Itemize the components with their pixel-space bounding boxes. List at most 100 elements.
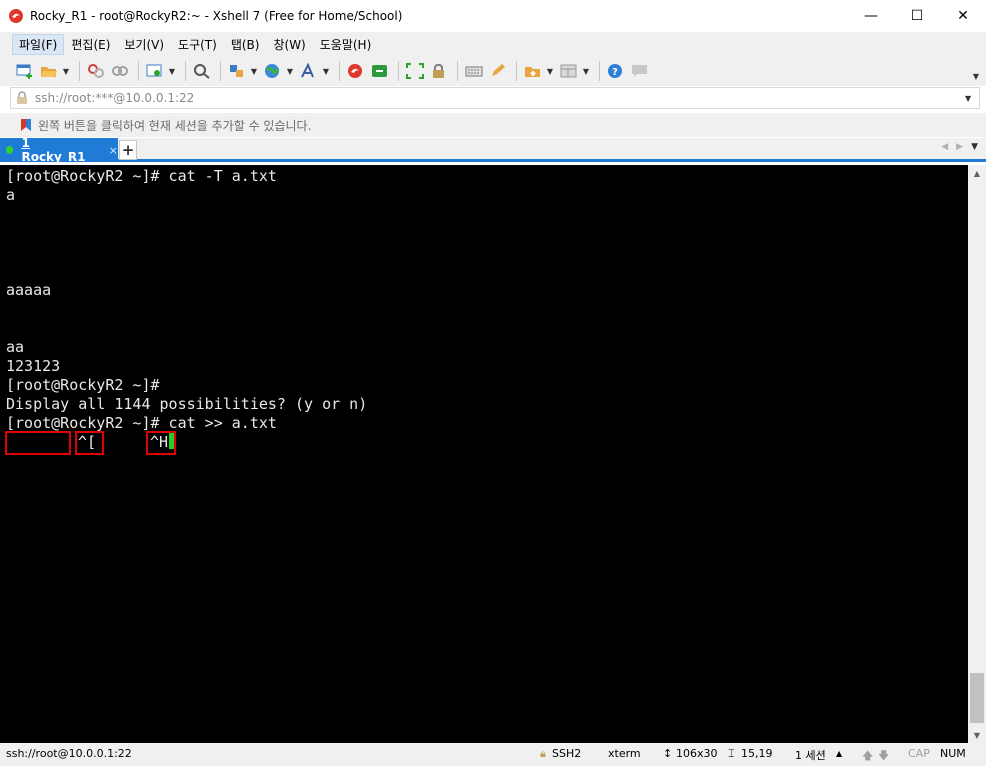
toolbar-separator — [339, 61, 340, 81]
disconnect-button[interactable] — [85, 60, 107, 82]
link-icon — [112, 66, 128, 76]
bookmark-icon[interactable] — [20, 118, 32, 132]
tab-label: 1 Rocky_R1 — [21, 136, 86, 164]
toolbar-separator — [398, 61, 399, 81]
status-terminal-type: xterm — [608, 747, 641, 760]
pencil-icon — [492, 64, 505, 76]
menu-window[interactable]: 창(W) — [266, 34, 312, 55]
font-button[interactable] — [298, 60, 320, 82]
terminal-line: aaaaa — [6, 281, 52, 299]
status-protocol: SSH2 — [552, 747, 582, 760]
terminal-area[interactable]: [root@RockyR2 ~]# cat -T a.txt a aaaaa a… — [0, 165, 968, 743]
session-properties-button[interactable] — [144, 60, 166, 82]
tab-prev-icon[interactable]: ◀ — [941, 142, 948, 152]
toolbar-separator — [79, 61, 80, 81]
properties-dropdown-icon[interactable]: ▼ — [168, 67, 176, 76]
close-button[interactable]: ✕ — [940, 0, 986, 32]
terminal-scrollbar[interactable]: ▲ ▼ — [968, 165, 986, 743]
folder-add-icon — [525, 67, 540, 77]
transfer-icon — [230, 65, 243, 77]
scroll-up-icon[interactable]: ▲ — [968, 165, 986, 181]
info-bar: 왼쪽 버튼을 클릭하여 현재 세션을 추가할 수 있습니다. — [0, 113, 986, 137]
title-bar: Rocky_R1 - root@RockyR2:~ - Xshell 7 (Fr… — [0, 0, 986, 32]
xftp-icon — [372, 65, 387, 77]
xftp-button[interactable] — [369, 60, 391, 82]
new-session-icon — [16, 64, 32, 79]
xshell-app-icon — [9, 9, 23, 23]
tab-list-dropdown-icon[interactable]: ▼ — [971, 142, 978, 152]
terminal-line: a — [6, 186, 16, 204]
reconnect-button[interactable] — [109, 60, 131, 82]
keyboard-button[interactable] — [463, 60, 485, 82]
tab-navigation: ◀ ▶ ▼ — [941, 142, 978, 152]
globe-icon — [265, 64, 280, 78]
status-sessions[interactable]: 1 세션 — [795, 747, 826, 763]
folder-open-icon — [41, 67, 57, 77]
tab-session-rocky-r1[interactable]: 1 Rocky_R1 × — [0, 136, 118, 164]
status-bar: ssh://root@10.0.0.1:22 🔒︎ SSH2 xterm ↕ 1… — [0, 743, 986, 766]
transfer-button[interactable] — [226, 60, 248, 82]
tab-close-icon[interactable]: × — [109, 144, 118, 157]
menu-help[interactable]: 도움말(H) — [313, 34, 379, 55]
disconnect-icon — [88, 64, 104, 78]
chat-icon — [632, 65, 647, 77]
menu-tools[interactable]: 도구(T) — [171, 34, 224, 55]
layout-dropdown-icon[interactable]: ▼ — [582, 67, 590, 76]
status-cursor-icon: ⌶ — [728, 747, 735, 760]
toolbar-separator — [516, 61, 517, 81]
toolbar-separator — [138, 61, 139, 81]
lock-button[interactable] — [428, 60, 450, 82]
transfer-dropdown-icon[interactable]: ▼ — [250, 67, 258, 76]
menu-tab[interactable]: 탭(B) — [224, 34, 267, 55]
font-dropdown-icon[interactable]: ▼ — [322, 67, 330, 76]
minimize-icon: — — [864, 8, 878, 24]
status-num: NUM — [940, 747, 966, 760]
new-tab-button[interactable]: + — [119, 140, 137, 160]
find-button[interactable] — [191, 60, 213, 82]
open-button[interactable] — [38, 60, 60, 82]
layout-icon — [560, 64, 577, 78]
address-dropdown-icon[interactable]: ▼ — [965, 94, 979, 103]
open-dropdown-icon[interactable]: ▼ — [62, 67, 70, 76]
terminal-output: [root@RockyR2 ~]# cat -T a.txt a aaaaa a… — [6, 167, 367, 452]
highlight-box-backspace — [146, 431, 176, 455]
properties-icon — [146, 64, 162, 77]
scrollbar-thumb[interactable] — [970, 673, 984, 723]
globe-dropdown-icon[interactable]: ▼ — [286, 67, 294, 76]
new-session-button[interactable] — [14, 60, 36, 82]
help-icon: ? — [608, 64, 622, 78]
layout-button[interactable] — [558, 60, 580, 82]
menu-view[interactable]: 보기(V) — [117, 34, 171, 55]
toolbar-separator — [185, 61, 186, 81]
menu-edit[interactable]: 편집(E) — [64, 34, 117, 55]
tab-next-icon[interactable]: ▶ — [956, 142, 963, 152]
tab-bar: 1 Rocky_R1 × + ◀ ▶ ▼ — [0, 136, 986, 164]
toolbar: ▼ ▼ ▼ ▼ ▼ ▼ ▼ ? ▼ — [0, 56, 986, 86]
toolbar-overflow-icon[interactable]: ▼ — [972, 72, 980, 81]
new-folder-button[interactable] — [522, 60, 544, 82]
menu-file[interactable]: 파일(F) — [12, 33, 65, 55]
xshell-button[interactable] — [345, 60, 367, 82]
address-bar[interactable]: ssh://root:***@10.0.0.1:22 ▼ — [10, 87, 980, 109]
toolbar-separator — [599, 61, 600, 81]
scroll-down-icon[interactable]: ▼ — [968, 727, 986, 743]
folder-dropdown-icon[interactable]: ▼ — [546, 67, 554, 76]
minimize-button[interactable]: — — [848, 0, 894, 32]
sessions-up-icon[interactable]: ▲ — [836, 749, 842, 758]
status-lock-icon: 🔒︎ — [540, 747, 546, 760]
terminal-line: 123123 — [6, 357, 61, 375]
fullscreen-button[interactable] — [404, 60, 426, 82]
help-button[interactable]: ? — [605, 60, 627, 82]
maximize-icon: ☐ — [910, 8, 924, 24]
compose-button[interactable] — [487, 60, 509, 82]
status-size-icon: ↕ — [663, 747, 673, 760]
upload-arrow-icon: 🡅 — [862, 749, 874, 762]
maximize-button[interactable]: ☐ — [894, 0, 940, 32]
address-input[interactable]: ssh://root:***@10.0.0.1:22 — [35, 91, 965, 105]
chat-button[interactable] — [629, 60, 651, 82]
globe-button[interactable] — [262, 60, 284, 82]
